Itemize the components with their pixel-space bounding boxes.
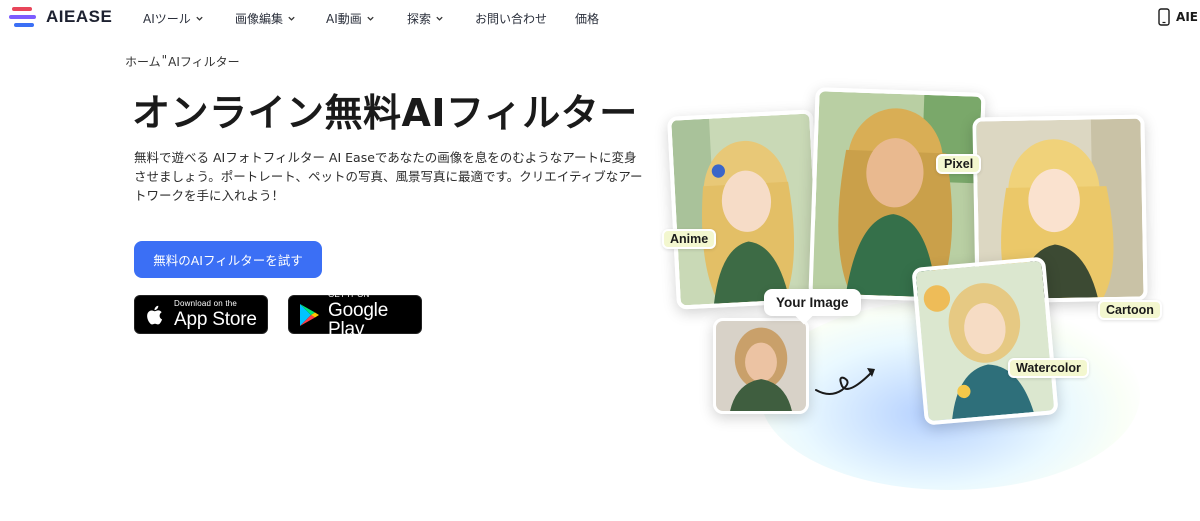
hero-description: 無料で遊べる AIフォトフィルター AI Easeであなたの画像を息をのむような… (134, 150, 643, 203)
smartphone-icon (1158, 8, 1170, 26)
apple-icon (147, 305, 163, 324)
nav-item-ai-tools[interactable]: AIツール (143, 10, 235, 27)
page-title: オンライン無料AIフィルター (132, 91, 638, 135)
breadcrumb-home[interactable]: ホーム (125, 53, 161, 70)
nav-item-contact[interactable]: お問い合わせ (475, 10, 575, 27)
pixel-label: Pixel (936, 154, 982, 174)
cartoon-label: Cartoon (1098, 300, 1162, 320)
watercolor-sample-image (911, 256, 1059, 426)
chevron-down-icon (196, 16, 203, 21)
chevron-down-icon (436, 16, 443, 21)
app-store-small-text: Download on the (174, 299, 238, 308)
watercolor-label: Watercolor (1008, 358, 1089, 378)
nav-item-label: AIツール (143, 12, 191, 26)
chevron-down-icon (367, 16, 374, 21)
nav-item-image-edit[interactable]: 画像編集 (235, 10, 326, 27)
nav-item-label: AI動画 (326, 12, 362, 26)
nav-item-label: 画像編集 (235, 12, 284, 26)
google-play-icon (300, 303, 319, 326)
your-image-label: Your Image (764, 289, 861, 316)
top-navbar: AIEASE AIツール 画像編集 AI動画 探索 お問い合わせ 価格 AIE (0, 0, 1200, 36)
chevron-down-icon (288, 16, 295, 21)
nav-item-label: お問い合わせ (475, 12, 548, 26)
nav-item-label: 価格 (575, 12, 600, 26)
anime-label: Anime (662, 229, 717, 249)
app-download-link[interactable]: AIE (1158, 8, 1198, 26)
nav-item-explore[interactable]: 探索 (407, 10, 475, 27)
anime-sample-image (667, 109, 823, 310)
curved-arrow-icon (815, 368, 875, 395)
google-play-big-text: Google Play (328, 299, 389, 340)
nav-item-label: 探索 (407, 12, 432, 26)
aiease-logo-icon (9, 7, 36, 27)
your-image-sample (713, 318, 809, 414)
nav-item-pricing[interactable]: 価格 (575, 10, 599, 27)
google-play-button[interactable]: GET IT ON Google Play (288, 290, 422, 339)
app-download-label: AIE (1176, 10, 1198, 24)
main-menu: AIツール 画像編集 AI動画 探索 お問い合わせ 価格 (143, 10, 599, 27)
logo[interactable]: AIEASE (8, 6, 112, 28)
app-store-big-text: App Store (174, 309, 257, 330)
google-play-small-text: GET IT ON (328, 289, 370, 299)
try-ai-filter-button[interactable]: 無料のAIフィルターを試す (134, 241, 322, 278)
nav-item-ai-video[interactable]: AI動画 (326, 10, 407, 27)
app-store-button[interactable]: Download on the App Store (134, 295, 268, 334)
breadcrumb-separator: " (161, 53, 168, 67)
breadcrumb: ホーム " AIフィルター (125, 53, 240, 70)
breadcrumb-current: AIフィルター (168, 55, 240, 69)
logo-text: AIEASE (46, 7, 113, 26)
